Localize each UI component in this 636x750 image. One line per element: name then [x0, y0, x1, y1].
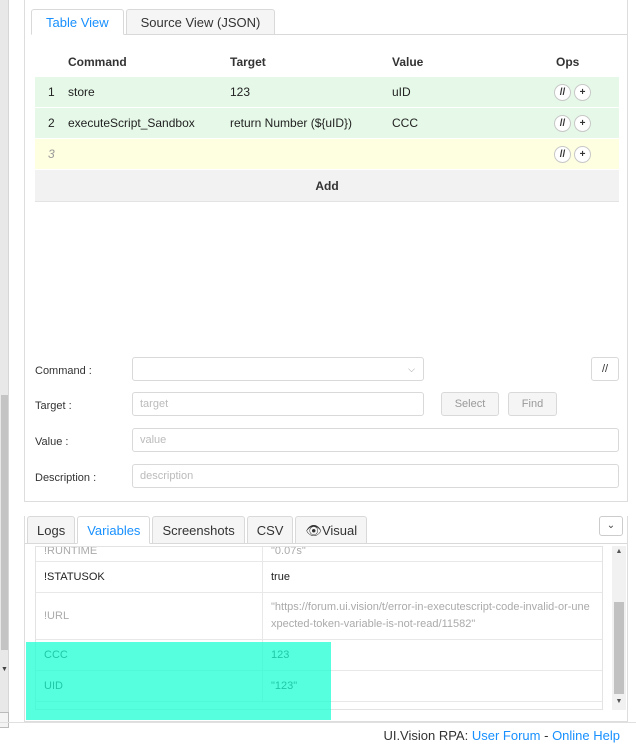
editor-tabs: Table View Source View (JSON)	[31, 9, 277, 35]
left-scroll-thumb[interactable]	[1, 395, 8, 650]
row-value: uID	[392, 85, 411, 99]
scroll-down-icon[interactable]: ▼	[612, 698, 626, 705]
macro-editor-panel: Table View Source View (JSON) Command Ta…	[24, 0, 628, 502]
row-number: 1	[48, 85, 55, 99]
row-command: executeScript_Sandbox	[68, 116, 195, 130]
table-row[interactable]: 2 executeScript_Sandbox return Number ($…	[35, 108, 619, 139]
insert-op-button[interactable]: +	[574, 114, 591, 132]
row-value: CCC	[392, 116, 418, 130]
variable-value: "0.07s"	[271, 546, 306, 557]
footer-brand: UI.Vision RPA:	[383, 728, 469, 743]
tab-visual[interactable]: 👁Visual	[295, 516, 368, 544]
target-input[interactable]: target	[132, 392, 424, 416]
column-ops: Ops	[556, 54, 580, 69]
scroll-down-icon[interactable]: ▼	[0, 666, 9, 673]
comment-op-button[interactable]: //	[554, 83, 571, 101]
highlight-overlay	[26, 642, 331, 720]
variables-scrollbar[interactable]: ▲ ▼	[612, 546, 626, 710]
list-item: !URL "https://forum.ui.vision/t/error-in…	[36, 593, 602, 640]
table-row[interactable]: 3 // +	[35, 139, 619, 170]
row-number: 2	[48, 116, 55, 130]
target-label: Target :	[35, 400, 72, 412]
add-command-button[interactable]: Add	[35, 170, 619, 202]
variable-name: !URL	[36, 593, 263, 639]
variable-value: "https://forum.ui.vision/t/error-in-exec…	[271, 601, 590, 630]
footer-separator: -	[544, 728, 549, 743]
column-target: Target	[230, 54, 266, 69]
column-command: Command	[68, 54, 127, 69]
command-table: Command Target Value Ops 1 store 123 uID…	[35, 46, 619, 202]
comment-toggle-button[interactable]: //	[591, 357, 619, 381]
user-forum-link[interactable]: User Forum	[472, 728, 541, 743]
value-placeholder: value	[140, 434, 167, 446]
description-placeholder: description	[140, 470, 194, 482]
tab-variables[interactable]: Variables	[77, 516, 151, 544]
collapse-panel-button[interactable]: ⌄	[599, 516, 623, 536]
command-select[interactable]: ⌵	[132, 357, 424, 381]
row-number: 3	[48, 147, 55, 161]
online-help-link[interactable]: Online Help	[552, 728, 620, 743]
find-button[interactable]: Find	[508, 392, 557, 416]
list-item: !STATUSOK true	[36, 562, 602, 593]
variable-name: !RUNTIME	[36, 547, 263, 561]
variable-name: !STATUSOK	[36, 562, 263, 592]
description-input[interactable]: description	[132, 464, 619, 488]
value-input[interactable]: value	[132, 428, 619, 452]
table-row[interactable]: 1 store 123 uID // +	[35, 77, 619, 108]
bottom-tabs: Logs Variables Screenshots CSV 👁Visual	[27, 516, 369, 544]
tab-source-view[interactable]: Source View (JSON)	[125, 9, 276, 35]
value-label: Value :	[35, 436, 69, 448]
list-item: !RUNTIME "0.07s"	[36, 546, 602, 562]
column-value: Value	[392, 54, 424, 69]
insert-op-button[interactable]: +	[574, 145, 591, 163]
variable-value: true	[271, 570, 290, 583]
command-label: Command :	[35, 365, 92, 377]
left-scrollbar[interactable]: ▼	[0, 0, 9, 728]
tab-screenshots[interactable]: Screenshots	[152, 516, 245, 544]
insert-op-button[interactable]: +	[574, 83, 591, 101]
scroll-up-icon[interactable]: ▲	[612, 548, 626, 555]
chevron-down-icon: ⌄	[606, 520, 616, 531]
tab-logs[interactable]: Logs	[27, 516, 76, 544]
chevron-down-icon: ⌵	[408, 364, 415, 374]
table-header: Command Target Value Ops	[35, 46, 619, 77]
tab-table-view[interactable]: Table View	[31, 9, 124, 35]
description-label: Description :	[35, 472, 97, 484]
tab-csv[interactable]: CSV	[246, 516, 294, 544]
variables-scroll-thumb[interactable]	[614, 602, 624, 694]
left-corner-box	[0, 712, 9, 728]
comment-op-button[interactable]: //	[554, 145, 571, 163]
select-button[interactable]: Select	[441, 392, 499, 416]
row-target: 123	[230, 85, 251, 99]
target-placeholder: target	[140, 398, 169, 410]
row-target: return Number (${uID})	[230, 116, 353, 130]
row-command: store	[68, 85, 95, 99]
footer: UI.Vision RPA: User Forum - Online Help	[383, 728, 620, 743]
comment-op-button[interactable]: //	[554, 114, 571, 132]
